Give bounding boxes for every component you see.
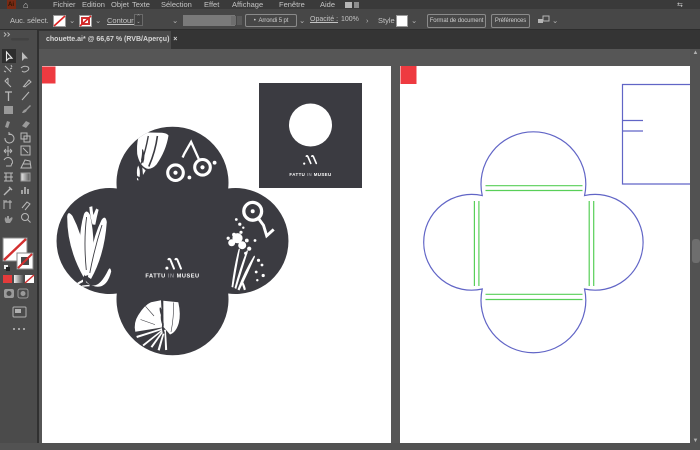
svg-text:FATTU IN MUSEU: FATTU IN MUSEU: [145, 274, 199, 280]
svg-text:FATTU IN MUSEU: FATTU IN MUSEU: [289, 172, 331, 177]
